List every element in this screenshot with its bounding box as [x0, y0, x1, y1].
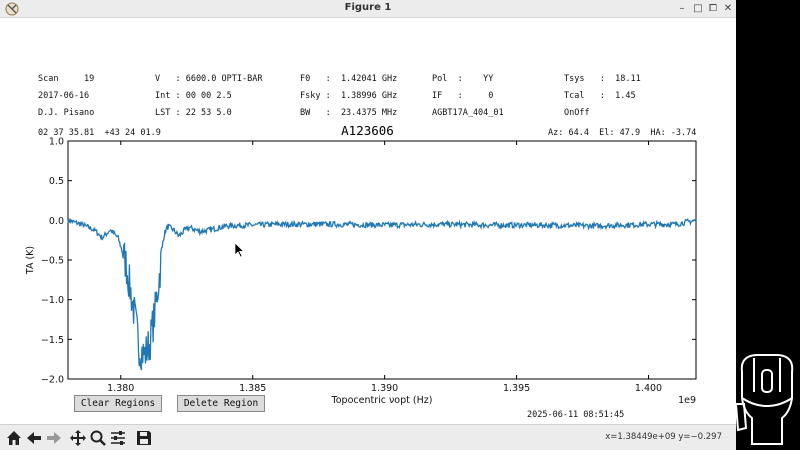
- cursor-coordinates: x=1.38449e+09 y=−0.297: [605, 432, 722, 442]
- close-button[interactable]: ✕: [721, 2, 735, 16]
- configure-icon[interactable]: [109, 429, 127, 447]
- window-title: Figure 1: [344, 2, 392, 13]
- y-tick-label: 0.5: [49, 176, 64, 187]
- save-icon[interactable]: [135, 429, 153, 447]
- spectrum-plot[interactable]: 1.380 1.385 1.390 1.395 1.400 1.0 0.5 0.0 −0.5 −1…: [0, 19, 736, 423]
- mouse-cursor-icon: [234, 242, 245, 258]
- y-axis-label: TA (K): [25, 246, 36, 275]
- y-tick-label: −0.5: [41, 256, 64, 267]
- forward-icon[interactable]: [45, 429, 63, 447]
- y-tick-label: −1.0: [41, 295, 64, 306]
- y-tick-label: 1.0: [49, 137, 64, 148]
- x-tick-label: 1.385: [239, 383, 266, 394]
- x-tick-label: 1.395: [503, 383, 530, 394]
- figure-canvas[interactable]: Scan 19 V : 6600.0 OPTI-BAR F0 : 1.42041…: [0, 19, 736, 423]
- x-axis-label: Topocentric νopt (Hz): [331, 395, 433, 406]
- home-icon[interactable]: [5, 429, 23, 447]
- maximize-button[interactable]: ⧠: [706, 2, 720, 16]
- zoom-icon[interactable]: [89, 429, 107, 447]
- x-tick-label: 1.400: [635, 383, 662, 394]
- minimize-button[interactable]: –: [675, 2, 689, 16]
- x-offset-label: 1e9: [678, 395, 696, 406]
- back-icon[interactable]: [25, 429, 43, 447]
- delete-region-button[interactable]: Delete Region: [177, 395, 265, 412]
- spectrum-line: [67, 218, 697, 371]
- restore-button[interactable]: □: [691, 2, 705, 16]
- x-tick-label: 1.380: [107, 383, 134, 394]
- timestamp: 2025-06-11 08:51:45: [527, 410, 625, 420]
- y-tick-label: −2.0: [41, 375, 64, 386]
- x-tick-label: 1.390: [371, 383, 398, 394]
- y-tick-label: −1.5: [41, 335, 64, 346]
- mouse-overlay-icon: [734, 354, 794, 445]
- clear-regions-button[interactable]: Clear Regions: [74, 395, 162, 412]
- title-bar[interactable]: Figure 1 – □ ⧠ ✕: [0, 0, 736, 18]
- y-tick-label: 0.0: [49, 216, 64, 227]
- plot-frame: [67, 140, 697, 380]
- pan-icon[interactable]: [69, 429, 87, 447]
- figure-window: Figure 1 – □ ⧠ ✕ Scan 19 V : 6600.0 OPTI…: [0, 0, 736, 450]
- navigation-toolbar: x=1.38449e+09 y=−0.297: [0, 424, 736, 450]
